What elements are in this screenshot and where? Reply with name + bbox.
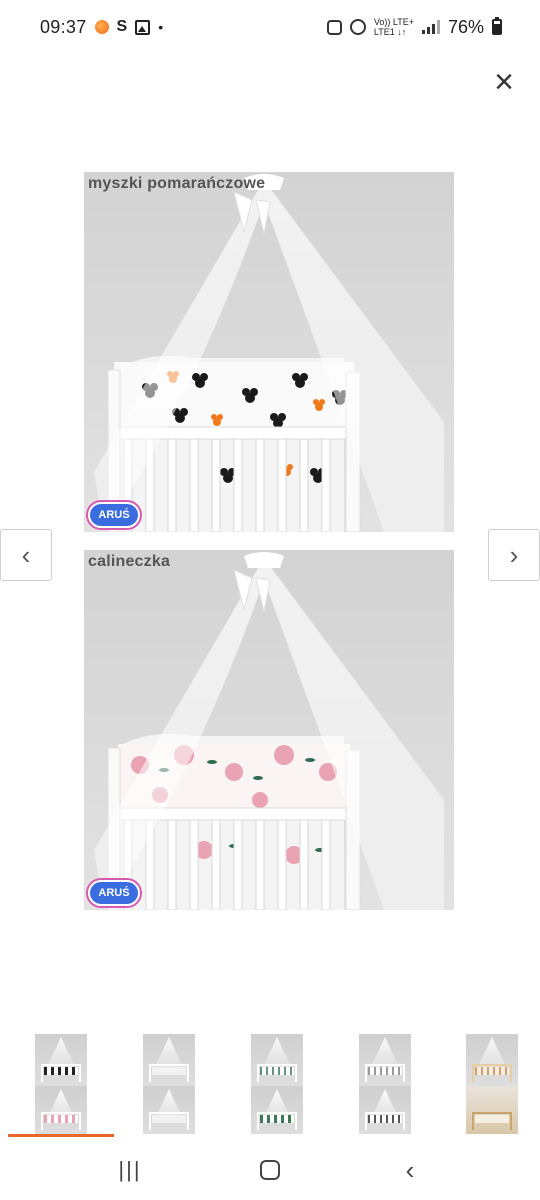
crib-shape xyxy=(257,1064,297,1082)
status-bar: 09:37 S • Vo)) LTE+ LTE1 ↓↑ 76% xyxy=(0,0,540,54)
signal-icon xyxy=(421,20,440,34)
thumbnail-6[interactable] xyxy=(35,1086,87,1134)
data-saver-icon xyxy=(326,19,342,35)
crib-illustration-1 xyxy=(94,174,444,532)
s-app-icon: S xyxy=(116,18,128,35)
image-caption: myszki pomarańczowe xyxy=(88,175,266,192)
brand-logo: ARUŚ xyxy=(88,502,140,528)
crib-shape xyxy=(149,1064,189,1082)
gallery-notification-icon xyxy=(135,19,151,35)
crib-shape xyxy=(365,1112,405,1130)
close-button[interactable]: × xyxy=(484,62,524,102)
thumbnail-3[interactable] xyxy=(251,1034,303,1086)
crib-shape xyxy=(257,1112,297,1130)
crib-shape xyxy=(365,1064,405,1082)
back-icon: ‹ xyxy=(405,1154,415,1185)
crib-shape xyxy=(41,1112,81,1130)
thumbnail-5[interactable] xyxy=(466,1034,518,1086)
recent-apps-button[interactable]: ||| xyxy=(110,1150,150,1190)
product-image-2[interactable]: calineczka ARUŚ xyxy=(84,550,454,910)
active-thumbnail-indicator xyxy=(8,1134,114,1137)
thumbnail-10[interactable] xyxy=(466,1086,518,1134)
back-button[interactable]: ‹ xyxy=(390,1150,430,1190)
crib-shape xyxy=(41,1064,81,1082)
thumbnail-4[interactable] xyxy=(359,1034,411,1086)
previous-image-button[interactable]: ‹ xyxy=(0,529,52,581)
crib-shape xyxy=(472,1064,512,1082)
more-notifications-dot: • xyxy=(158,19,164,35)
network-line-2: LTE1 ↓↑ xyxy=(373,27,407,37)
crib-shape xyxy=(472,1112,512,1130)
close-icon: × xyxy=(494,63,514,101)
battery-icon xyxy=(492,17,502,35)
next-image-button[interactable]: › xyxy=(488,529,540,581)
thumbnail-1[interactable] xyxy=(35,1034,87,1086)
product-image-viewer: 09:37 S • Vo)) LTE+ LTE1 ↓↑ 76% × myszki… xyxy=(0,0,540,1200)
notification-app-icon xyxy=(94,20,109,34)
battery-percent: 76% xyxy=(447,16,484,37)
crib-shape xyxy=(149,1112,189,1130)
brand-logo: ARUŚ xyxy=(88,880,140,906)
system-navigation-bar: ||| ‹ xyxy=(0,1140,540,1200)
canopy-shape xyxy=(371,1037,399,1067)
status-right: Vo)) LTE+ LTE1 ↓↑ 76% xyxy=(326,16,502,38)
thumbnail-9[interactable] xyxy=(359,1086,411,1134)
home-icon xyxy=(260,1160,280,1180)
thumbnail-7[interactable] xyxy=(143,1086,195,1134)
thumbnail-8[interactable] xyxy=(251,1086,303,1134)
home-button[interactable] xyxy=(250,1150,290,1190)
chevron-right-icon: › xyxy=(509,539,519,570)
status-time: 09:37 xyxy=(40,16,87,37)
network-line-1: Vo)) LTE+ xyxy=(373,17,414,27)
product-image-1[interactable]: myszki pomarańczowe ARUŚ xyxy=(84,172,454,532)
thumbnail-2[interactable] xyxy=(143,1034,195,1086)
crib-illustration-2 xyxy=(94,552,444,910)
alarm-icon xyxy=(349,19,366,35)
canopy-shape xyxy=(478,1037,506,1067)
chevron-left-icon: ‹ xyxy=(21,539,31,570)
canopy-shape xyxy=(155,1037,183,1067)
image-caption: calineczka xyxy=(88,553,171,570)
canopy-shape xyxy=(263,1037,291,1067)
recent-apps-icon: ||| xyxy=(118,1157,142,1182)
status-left: 09:37 S • xyxy=(40,17,163,38)
network-indicator: Vo)) LTE+ LTE1 ↓↑ xyxy=(374,17,414,37)
canopy-shape xyxy=(47,1037,75,1067)
